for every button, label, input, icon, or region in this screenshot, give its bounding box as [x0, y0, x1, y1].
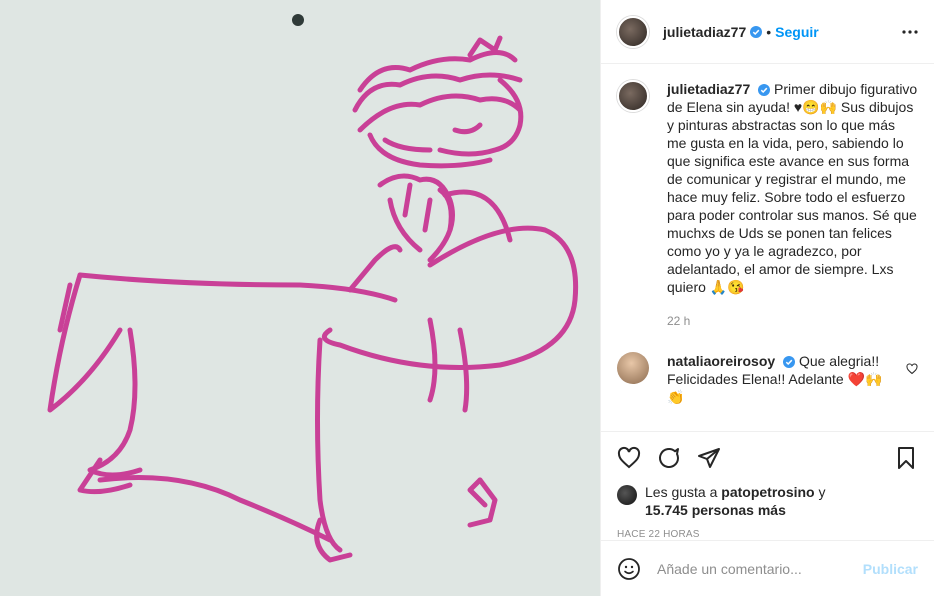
- follow-button[interactable]: Seguir: [775, 24, 819, 40]
- liker-avatar[interactable]: [617, 485, 637, 505]
- likes-summary: Les gusta a patopetrosino y 15.745 perso…: [601, 483, 934, 519]
- post-image[interactable]: [0, 0, 600, 596]
- verified-icon: [758, 84, 771, 97]
- post-timestamp[interactable]: HACE 22 HORAS: [601, 529, 934, 540]
- author-username[interactable]: julietadiaz77: [663, 24, 746, 40]
- likes-prefix: Les gusta a: [645, 484, 718, 500]
- comment-body: nataliaoreirosoy Que alegria!! Felicidad…: [667, 352, 918, 406]
- emoji-icon[interactable]: [617, 557, 641, 581]
- more-icon[interactable]: [902, 29, 918, 34]
- publish-button[interactable]: Publicar: [863, 561, 918, 577]
- comment-icon[interactable]: [657, 446, 681, 470]
- author-avatar[interactable]: [617, 15, 649, 48]
- share-icon[interactable]: [697, 446, 721, 470]
- verified-icon: [783, 356, 796, 369]
- commenter-username[interactable]: nataliaoreirosoy: [667, 353, 775, 369]
- caption: julietadiaz77 Primer dibujo figurativo d…: [617, 80, 918, 330]
- commenter-avatar[interactable]: [617, 352, 649, 384]
- bookmark-icon[interactable]: [894, 446, 918, 470]
- instagram-post: julietadiaz77 • Seguir julietadiaz77 Pri…: [0, 0, 934, 596]
- likes-text: Les gusta a patopetrosino y 15.745 perso…: [645, 483, 826, 519]
- verified-icon: [750, 25, 763, 38]
- caption-username[interactable]: julietadiaz77: [667, 81, 750, 97]
- separator-dot: •: [766, 23, 772, 40]
- likes-connector: y: [818, 484, 826, 500]
- action-bar: [601, 431, 934, 483]
- comment-input[interactable]: [657, 560, 863, 577]
- caption-avatar[interactable]: [617, 80, 649, 112]
- child-drawing: [0, 0, 600, 596]
- liker-username[interactable]: patopetrosino: [721, 484, 814, 500]
- likes-count[interactable]: 15.745 personas más: [645, 502, 786, 518]
- comments-section: julietadiaz77 Primer dibujo figurativo d…: [601, 64, 934, 431]
- caption-body: julietadiaz77 Primer dibujo figurativo d…: [667, 80, 918, 330]
- comment-item: nataliaoreirosoy Que alegria!! Felicidad…: [617, 352, 918, 406]
- post-sidebar: julietadiaz77 • Seguir julietadiaz77 Pri…: [600, 0, 934, 596]
- comment-like-icon[interactable]: [906, 362, 918, 378]
- caption-text: Primer dibujo figurativo de Elena sin ay…: [667, 81, 918, 295]
- add-comment-bar: Publicar: [601, 540, 934, 596]
- paper-hole: [292, 14, 304, 26]
- post-header: julietadiaz77 • Seguir: [601, 0, 934, 64]
- caption-time[interactable]: 22 h: [667, 312, 918, 330]
- heart-icon[interactable]: [617, 446, 641, 470]
